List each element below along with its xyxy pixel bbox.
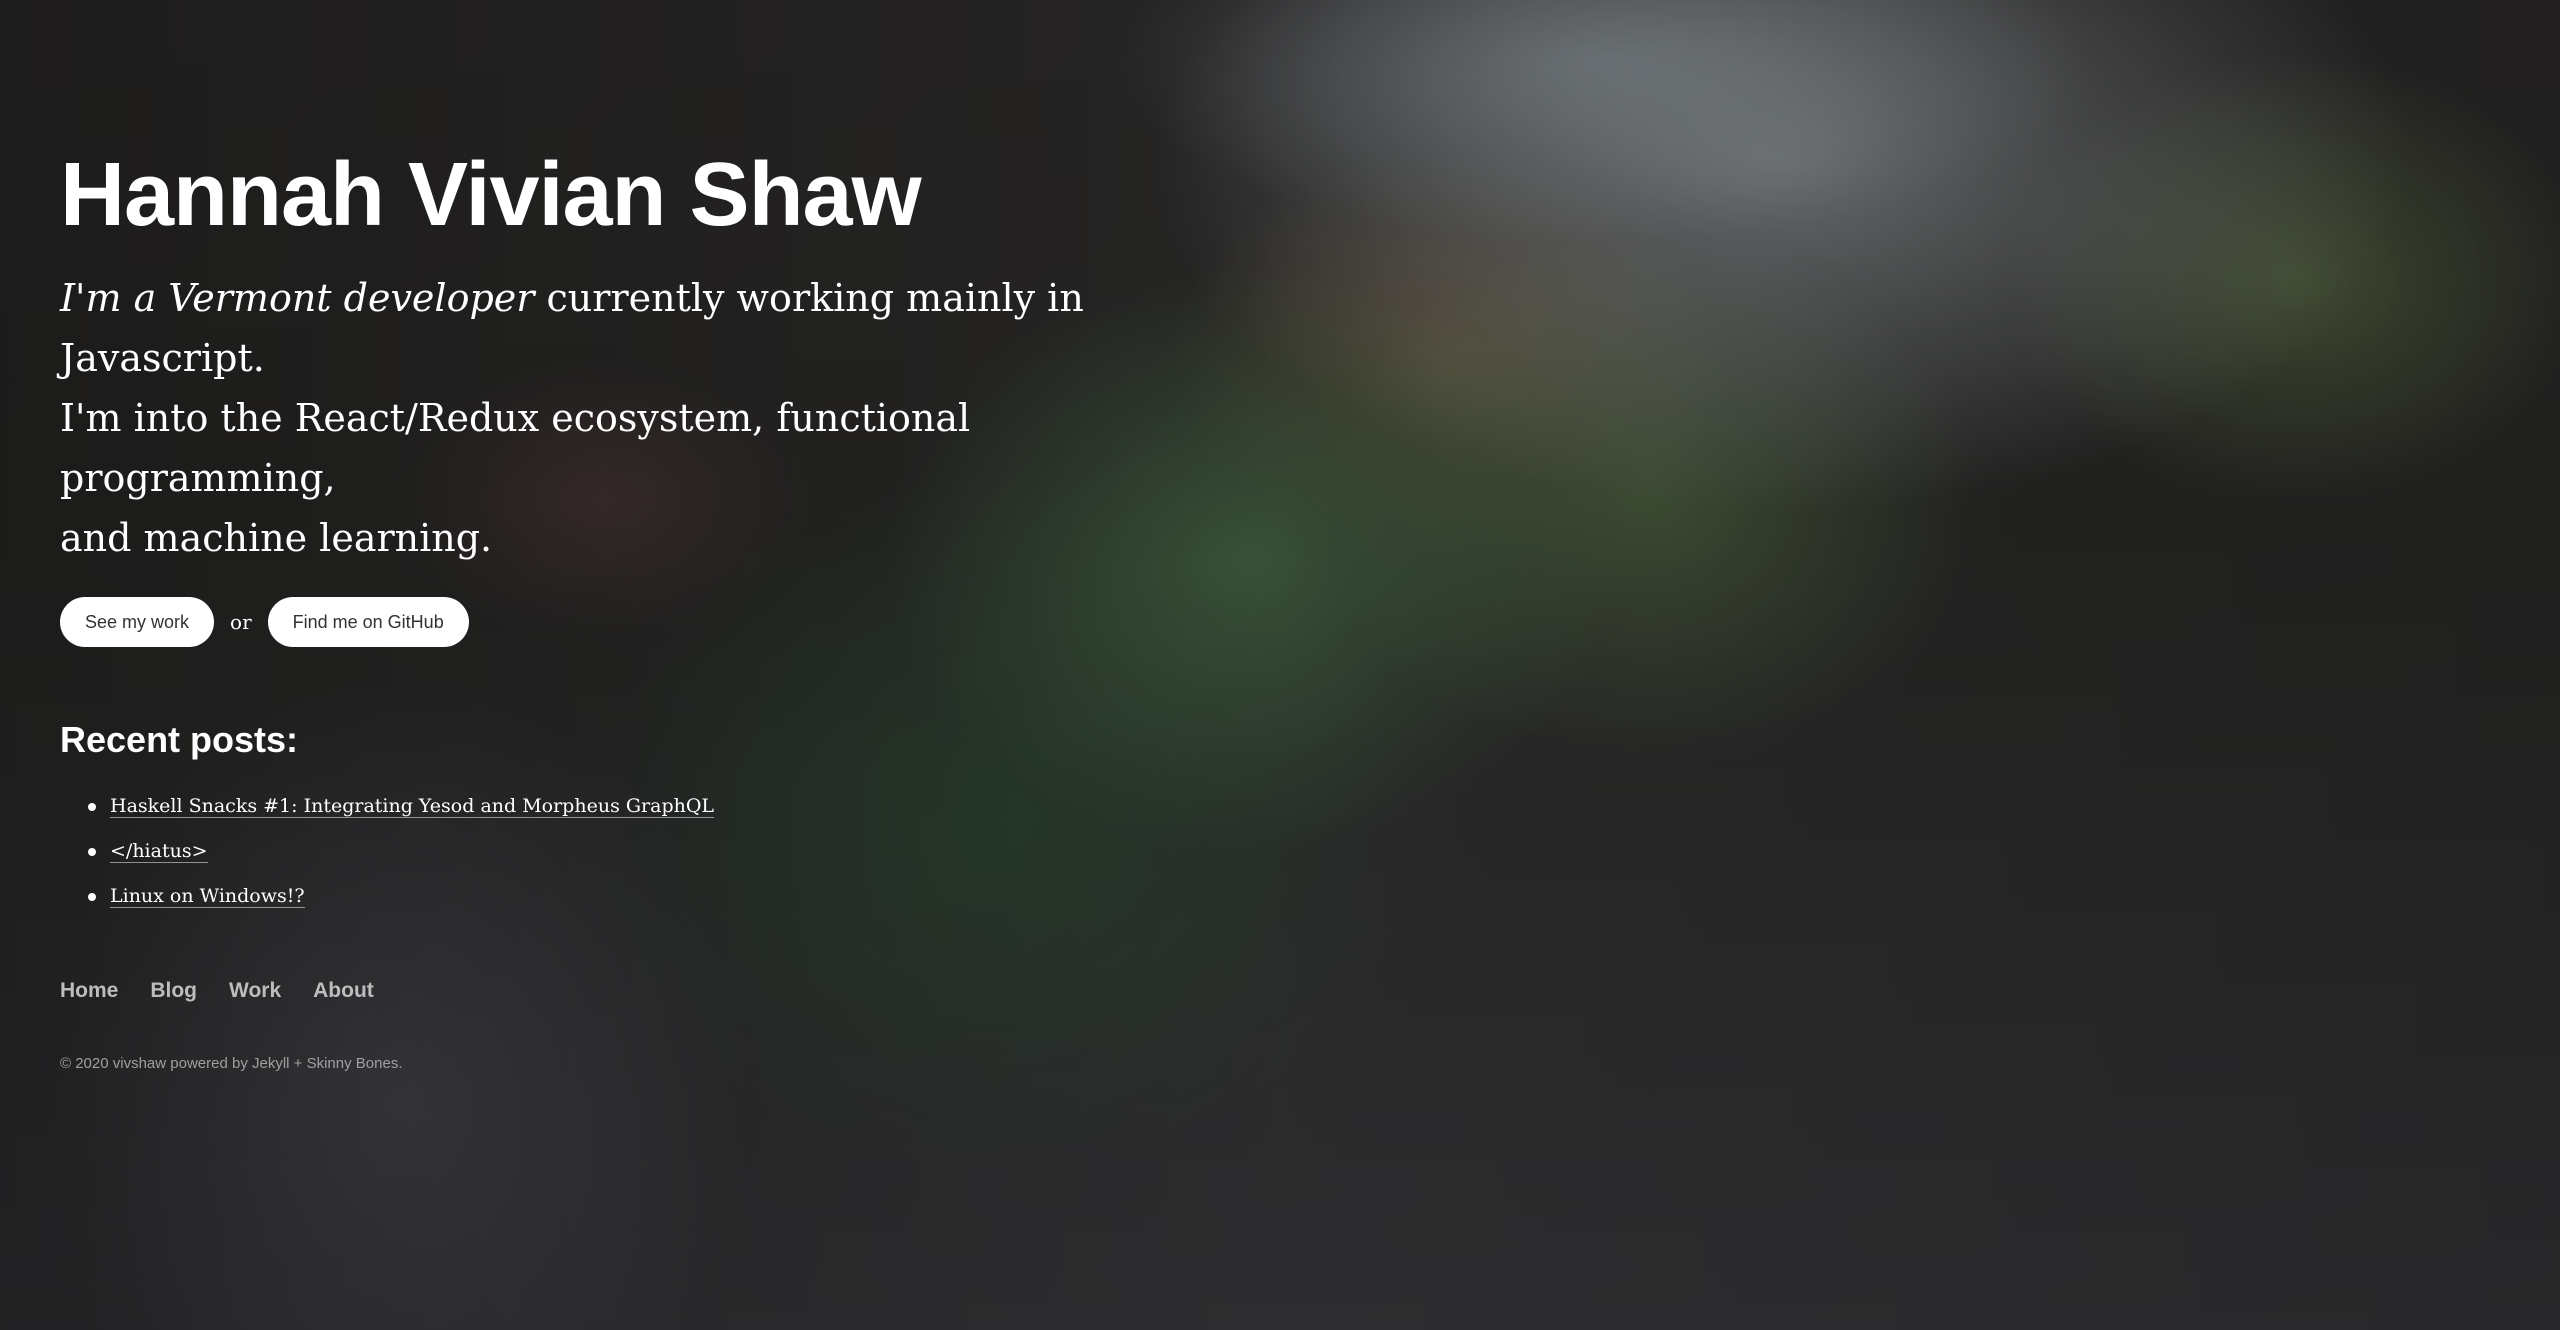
recent-posts-list: Haskell Snacks #1: Integrating Yesod and… (60, 784, 1260, 919)
page-title: Hannah Vivian Shaw (60, 145, 922, 245)
intro-text: I'm a Vermont developer currently workin… (60, 268, 1240, 568)
list-item: Linux on Windows!? (88, 874, 1260, 919)
footer-nav: Home Blog Work About (60, 979, 1260, 1003)
intro-line3: and machine learning. (60, 516, 493, 560)
nav-blog[interactable]: Blog (150, 979, 197, 1003)
nav-about[interactable]: About (313, 979, 374, 1003)
list-item: Haskell Snacks #1: Integrating Yesod and… (88, 784, 1260, 829)
or-separator: or (230, 610, 252, 634)
nav-work[interactable]: Work (229, 979, 281, 1003)
list-item: </hiatus> (88, 829, 1260, 874)
see-my-work-button[interactable]: See my work (60, 597, 215, 647)
copyright-text: © 2020 vivshaw powered by Jekyll + Skinn… (60, 1055, 403, 1072)
main-content: Hannah Vivian Shaw I'm a Vermont develop… (60, 140, 1260, 1072)
github-button[interactable]: Find me on GitHub (267, 597, 469, 647)
page: Hannah Vivian Shaw I'm a Vermont develop… (0, 0, 2560, 1330)
hero-actions: See my work or Find me on GitHub (60, 596, 1260, 648)
intro-line2: I'm into the React/Redux ecosystem, func… (60, 396, 971, 500)
nav-home[interactable]: Home (60, 979, 118, 1003)
intro-emphasis: I'm a Vermont developer (60, 276, 535, 320)
post-link[interactable]: Haskell Snacks #1: Integrating Yesod and… (110, 795, 715, 818)
post-link[interactable]: </hiatus> (110, 840, 208, 863)
post-link[interactable]: Linux on Windows!? (110, 885, 305, 908)
recent-posts-heading: Recent posts: (60, 719, 299, 760)
